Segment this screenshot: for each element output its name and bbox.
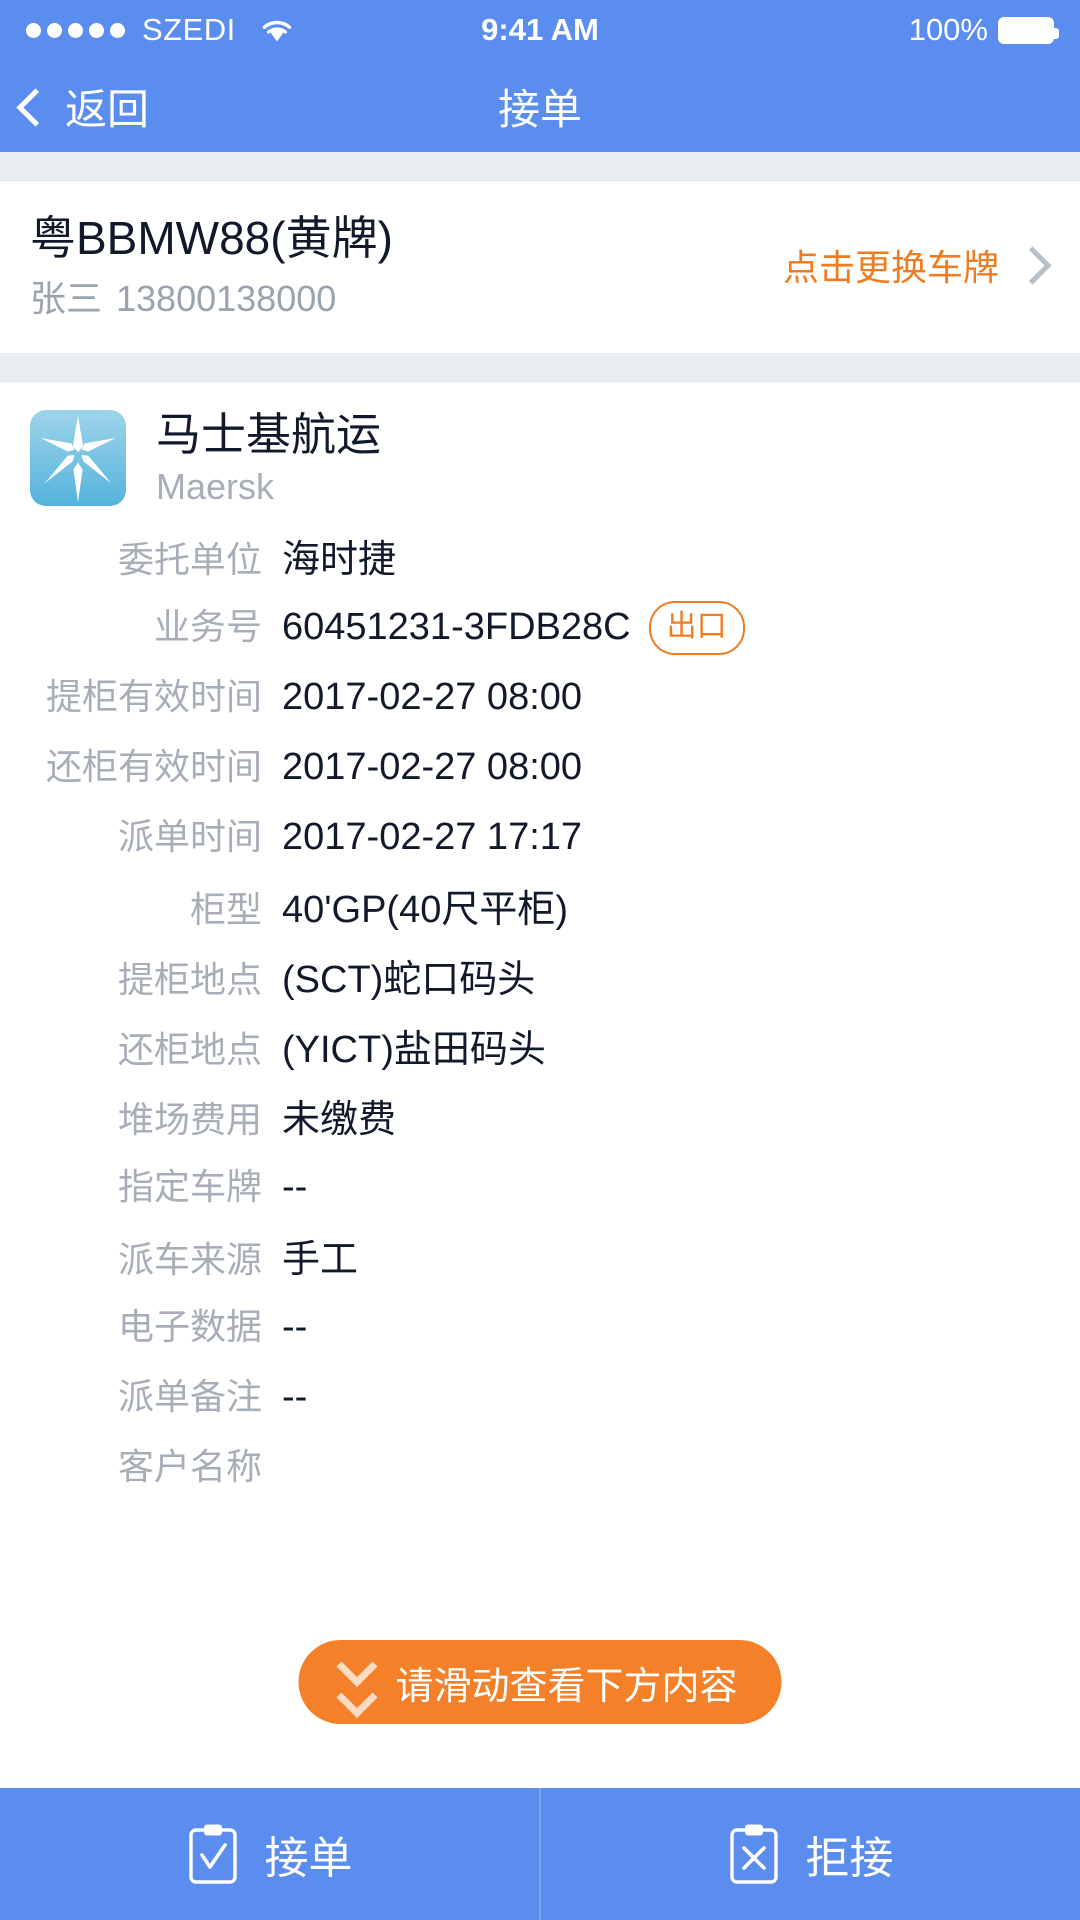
- back-button-label: 返回: [65, 85, 150, 133]
- battery-full-icon: [998, 16, 1059, 44]
- row-value-text: 未缴费: [282, 1099, 397, 1141]
- table-row: 派车来源 手工: [30, 1228, 1050, 1298]
- table-row: 派单时间 2017-02-27 17:17: [30, 808, 1050, 878]
- page-title: 接单: [497, 85, 582, 133]
- scroll-content[interactable]: 粤BBMW88(黄牌) 张三 13800138000 点击更换车牌 马士基航运 …: [0, 152, 1080, 1788]
- accept-order-button[interactable]: 接单: [0, 1788, 539, 1920]
- app-screen: SZEDI 9:41 AM 100% 返回 接单 粤BBMW88(黄牌) 张三 …: [0, 0, 1080, 1920]
- vehicle-card[interactable]: 粤BBMW88(黄牌) 张三 13800138000 点击更换车牌: [0, 181, 1080, 353]
- driver-name: 张三: [30, 277, 103, 319]
- table-row: 柜型 40'GP(40尺平柜): [30, 878, 1050, 948]
- carrier-names: 马士基航运 Maersk: [156, 410, 381, 505]
- table-row: 指定车牌 --: [30, 1158, 1050, 1228]
- table-row: 提柜有效时间 2017-02-27 08:00: [30, 668, 1050, 738]
- clipboard-x-icon: [728, 1822, 780, 1886]
- row-value: 60451231-3FDB28C 出口: [282, 600, 745, 655]
- row-value: (SCT)蛇口码头: [282, 948, 535, 1003]
- table-row: 业务号 60451231-3FDB28C 出口: [30, 598, 1050, 668]
- reject-order-button[interactable]: 拒接: [539, 1788, 1080, 1920]
- table-row: 提柜地点 (SCT)蛇口码头: [30, 948, 1050, 1018]
- row-value-text: --: [282, 1166, 308, 1208]
- row-label: 电子数据: [117, 1306, 262, 1347]
- row-label: 客户名称: [117, 1446, 262, 1487]
- status-bar: SZEDI 9:41 AM 100%: [0, 0, 1080, 60]
- status-bar-right: 100%: [908, 12, 1059, 48]
- row-value: 未缴费: [282, 1088, 396, 1143]
- signal-strength-dots: [26, 22, 125, 38]
- carrier-name-en: Maersk: [156, 465, 275, 507]
- change-plate-action[interactable]: 点击更换车牌: [782, 239, 1052, 291]
- row-value: --: [282, 1306, 307, 1349]
- carrier-name: SZEDI: [142, 12, 236, 47]
- row-value-text: 海时捷: [282, 539, 397, 581]
- plate-number: 粤BBMW88(黄牌): [30, 211, 393, 264]
- status-badge: 出口: [648, 600, 745, 655]
- reject-order-label: 拒接: [805, 1834, 894, 1883]
- vehicle-info: 粤BBMW88(黄牌) 张三 13800138000: [30, 212, 783, 318]
- row-value-text: (SCT)蛇口码头: [282, 959, 536, 1001]
- row-label: 还柜有效时间: [45, 746, 262, 787]
- row-label: 业务号: [153, 606, 262, 647]
- seven-point-star-icon: [40, 416, 116, 502]
- bottom-action-bar: 接单 拒接: [0, 1788, 1080, 1920]
- row-value-text: 2017-02-27 08:00: [282, 676, 583, 718]
- navigation-bar: 返回 接单: [0, 60, 1080, 152]
- row-label: 提柜有效时间: [45, 676, 262, 717]
- battery-percent-label: 100%: [908, 12, 988, 47]
- clipboard-check-icon: [187, 1822, 239, 1886]
- table-row: 堆场费用 未缴费: [30, 1088, 1050, 1158]
- wifi-icon: [260, 17, 294, 43]
- row-value: 海时捷: [282, 528, 396, 583]
- row-value-text: 2017-02-27 08:00: [282, 746, 583, 788]
- row-value: 2017-02-27 08:00: [282, 746, 582, 789]
- back-button[interactable]: 返回: [0, 76, 149, 137]
- row-value-text: 60451231-3FDB28C: [282, 606, 631, 648]
- row-label: 柜型: [189, 889, 262, 930]
- driver-info: 张三 13800138000: [30, 277, 783, 319]
- table-row: 派单备注 --: [30, 1368, 1050, 1438]
- maersk-star-logo: [30, 410, 126, 506]
- row-label: 还柜地点: [117, 1029, 262, 1070]
- table-row: 还柜地点 (YICT)盐田码头: [30, 1018, 1050, 1088]
- driver-phone: 13800138000: [116, 277, 337, 319]
- row-value-text: 手工: [282, 1239, 359, 1281]
- table-row: 还柜有效时间 2017-02-27 08:00: [30, 738, 1050, 808]
- row-value-text: 2017-02-27 17:17: [282, 816, 583, 858]
- section-divider-middle: [0, 353, 1080, 382]
- row-value-text: (YICT)盐田码头: [282, 1029, 546, 1071]
- table-row: 电子数据 --: [30, 1298, 1050, 1368]
- row-value: 40'GP(40尺平柜): [282, 878, 568, 933]
- change-plate-label: 点击更换车牌: [782, 247, 999, 288]
- carrier-block: 马士基航运 Maersk: [0, 382, 1080, 514]
- row-label: 提柜地点: [117, 959, 262, 1000]
- row-value: --: [282, 1376, 307, 1419]
- row-value-text: --: [282, 1306, 308, 1348]
- chevron-double-down-icon: [336, 1645, 378, 1719]
- row-label: 堆场费用: [117, 1099, 262, 1140]
- carrier-name-cn: 马士基航运: [156, 409, 382, 461]
- row-value: 2017-02-27 17:17: [282, 816, 582, 859]
- row-value: --: [282, 1166, 307, 1209]
- row-value: 2017-02-27 08:00: [282, 676, 582, 719]
- row-value: 手工: [282, 1228, 358, 1283]
- row-label: 派单时间: [117, 816, 262, 857]
- order-detail-list: 委托单位 海时捷 业务号 60451231-3FDB28C 出口 提柜有效时间 …: [0, 514, 1080, 1508]
- status-bar-left: SZEDI: [26, 12, 294, 48]
- row-value-text: --: [282, 1376, 308, 1418]
- chevron-left-icon: [16, 87, 55, 127]
- row-label: 委托单位: [117, 539, 262, 580]
- chevron-right-icon: [1013, 245, 1052, 285]
- row-value-text: 40'GP(40尺平柜): [282, 889, 569, 931]
- table-row: 委托单位 海时捷: [30, 528, 1050, 598]
- table-row: 客户名称: [30, 1438, 1050, 1508]
- section-divider-top: [0, 152, 1080, 181]
- scroll-hint-label: 请滑动查看下方内容: [395, 1665, 738, 1708]
- scroll-hint-pill[interactable]: 请滑动查看下方内容: [298, 1640, 782, 1724]
- row-value: (YICT)盐田码头: [282, 1018, 546, 1073]
- row-label: 派车来源: [117, 1239, 262, 1280]
- row-label: 派单备注: [117, 1376, 262, 1417]
- row-label: 指定车牌: [117, 1166, 262, 1207]
- accept-order-label: 接单: [264, 1834, 353, 1883]
